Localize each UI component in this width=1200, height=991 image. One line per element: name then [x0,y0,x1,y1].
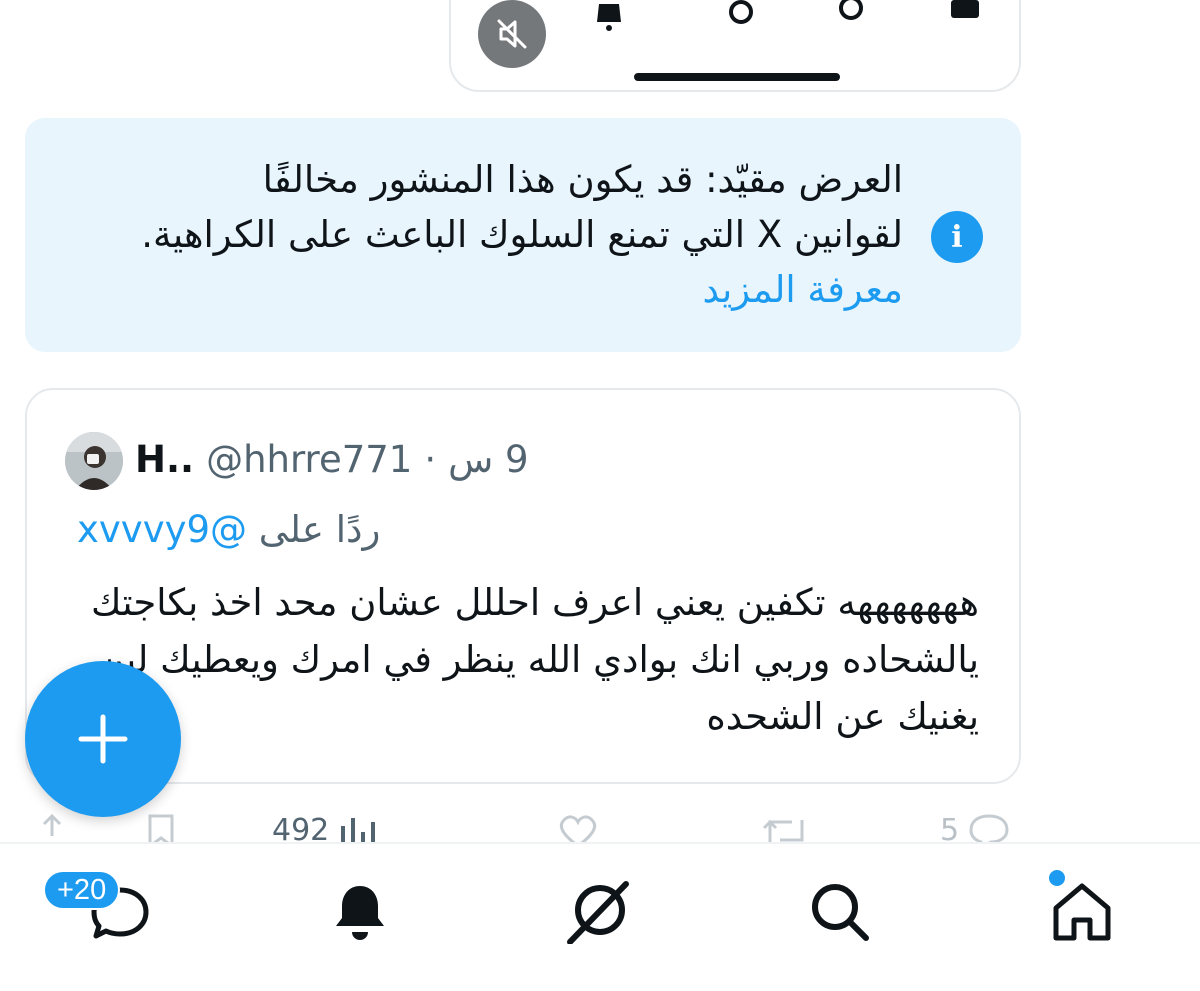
info-icon: i [931,211,983,263]
separator-dot: · [424,437,437,481]
reply-handle-link[interactable]: @xvvvy9 [77,508,247,551]
tweet-timestamp[interactable]: 9 س [448,438,528,481]
home-indicator [634,73,840,81]
avatar[interactable] [65,432,123,490]
plus-icon [78,714,128,764]
messages-badge: +20 [43,870,121,910]
notifications-mini-icon [597,4,621,31]
tweet-text: هههههههه تكفين يعني اعرف احللل عشان محد … [91,581,979,738]
grok-icon[interactable] [566,880,630,944]
search-icon[interactable] [808,880,872,944]
notice-line-2: لقوانين X التي تمنع السلوك الباعث على ال… [141,213,903,256]
volume-muted-icon [497,19,527,49]
notifications-icon[interactable] [328,880,392,944]
embedded-media-card[interactable] [449,0,1021,92]
search-mini-icon [839,0,863,20]
tweet-header: H.. @hhrre771 · 9 س [135,434,529,484]
home-mini-icon [951,0,979,18]
reply-context: ردًا على @xvvvy9 [77,508,380,551]
notice-line-1: العرض مقيّد: قد يكون هذا المنشور مخالفًا [262,158,903,201]
mute-toggle-button[interactable] [478,0,546,68]
restricted-content-notice: العرض مقيّد: قد يكون هذا المنشور مخالفًا… [25,118,1021,352]
author-name[interactable]: H.. [135,438,194,481]
avatar-photo-icon [65,432,123,490]
learn-more-link[interactable]: معرفة المزيد [63,262,903,317]
bottom-navigation-bar: +20 [0,842,1200,991]
author-handle[interactable]: @hhrre771 [206,438,412,481]
home-icon[interactable] [1050,880,1114,944]
compose-post-button[interactable] [25,661,181,817]
grok-mini-icon [729,0,753,24]
notice-text: العرض مقيّد: قد يكون هذا المنشور مخالفًا… [63,152,903,317]
reply-prefix: ردًا على [258,508,381,551]
